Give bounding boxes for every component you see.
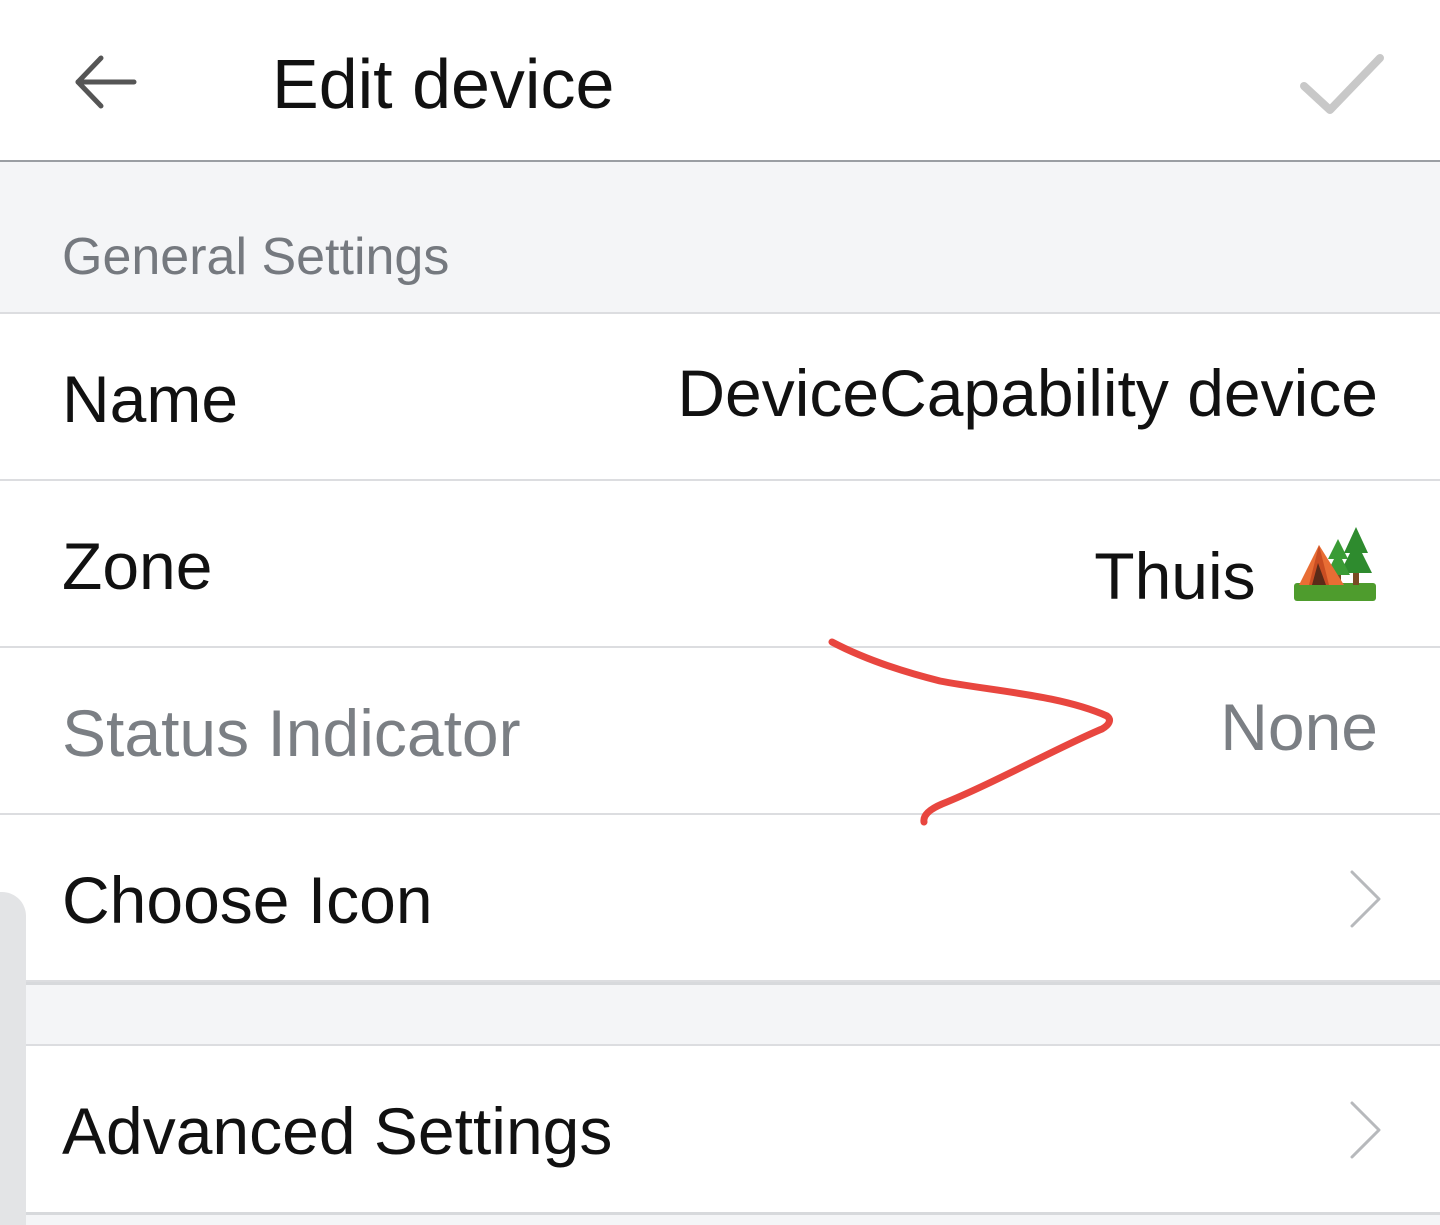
name-value: DeviceCapability device bbox=[677, 356, 1378, 430]
status-indicator-value: None bbox=[1220, 690, 1378, 764]
bottom-section-edge bbox=[0, 1212, 1440, 1225]
edit-device-screen: Edit device General Settings Name Device… bbox=[0, 0, 1440, 1225]
name-label: Name bbox=[62, 362, 239, 436]
status-indicator-row[interactable]: Status Indicator None bbox=[0, 648, 1440, 815]
back-arrow-icon[interactable] bbox=[70, 46, 142, 118]
chevron-right-icon bbox=[1348, 869, 1382, 929]
advanced-settings-label: Advanced Settings bbox=[62, 1094, 613, 1168]
chevron-right-icon bbox=[1348, 1100, 1382, 1160]
page-title: Edit device bbox=[272, 45, 615, 123]
choose-icon-row[interactable]: Choose Icon bbox=[0, 815, 1440, 982]
top-app-bar: Edit device bbox=[0, 0, 1440, 162]
camping-tent-icon bbox=[1292, 521, 1378, 605]
checkmark-icon[interactable] bbox=[1296, 48, 1388, 118]
zone-value: Thuis bbox=[1094, 539, 1256, 613]
zone-value-group: Thuis bbox=[1094, 521, 1378, 615]
status-indicator-label: Status Indicator bbox=[62, 696, 521, 770]
advanced-settings-row[interactable]: Advanced Settings bbox=[0, 1046, 1440, 1212]
name-row[interactable]: Name DeviceCapability device bbox=[0, 314, 1440, 481]
edge-overlay-panel bbox=[0, 892, 26, 1225]
section-spacer bbox=[0, 982, 1440, 1046]
choose-icon-label: Choose Icon bbox=[62, 863, 433, 937]
general-settings-header: General Settings bbox=[0, 162, 1440, 314]
zone-label: Zone bbox=[62, 529, 213, 603]
section-title: General Settings bbox=[62, 228, 450, 286]
zone-row[interactable]: Zone Thuis bbox=[0, 481, 1440, 648]
